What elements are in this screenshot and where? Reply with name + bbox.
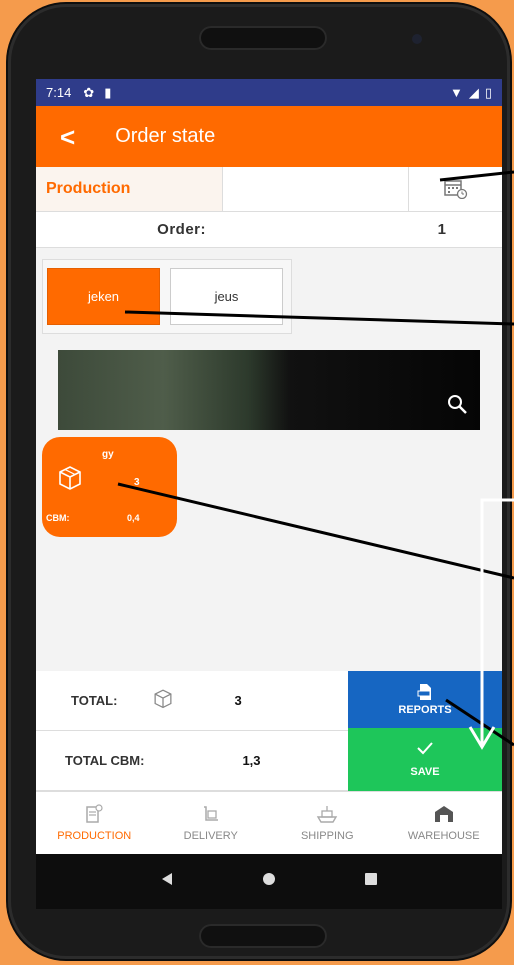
callout-line-reports <box>445 698 514 747</box>
callout-arrow-save <box>480 498 514 745</box>
callout-line-calendar <box>439 170 514 182</box>
callout-line-card <box>117 482 514 580</box>
callout-line-tab <box>124 310 514 326</box>
annotation-overlay <box>117 170 514 750</box>
